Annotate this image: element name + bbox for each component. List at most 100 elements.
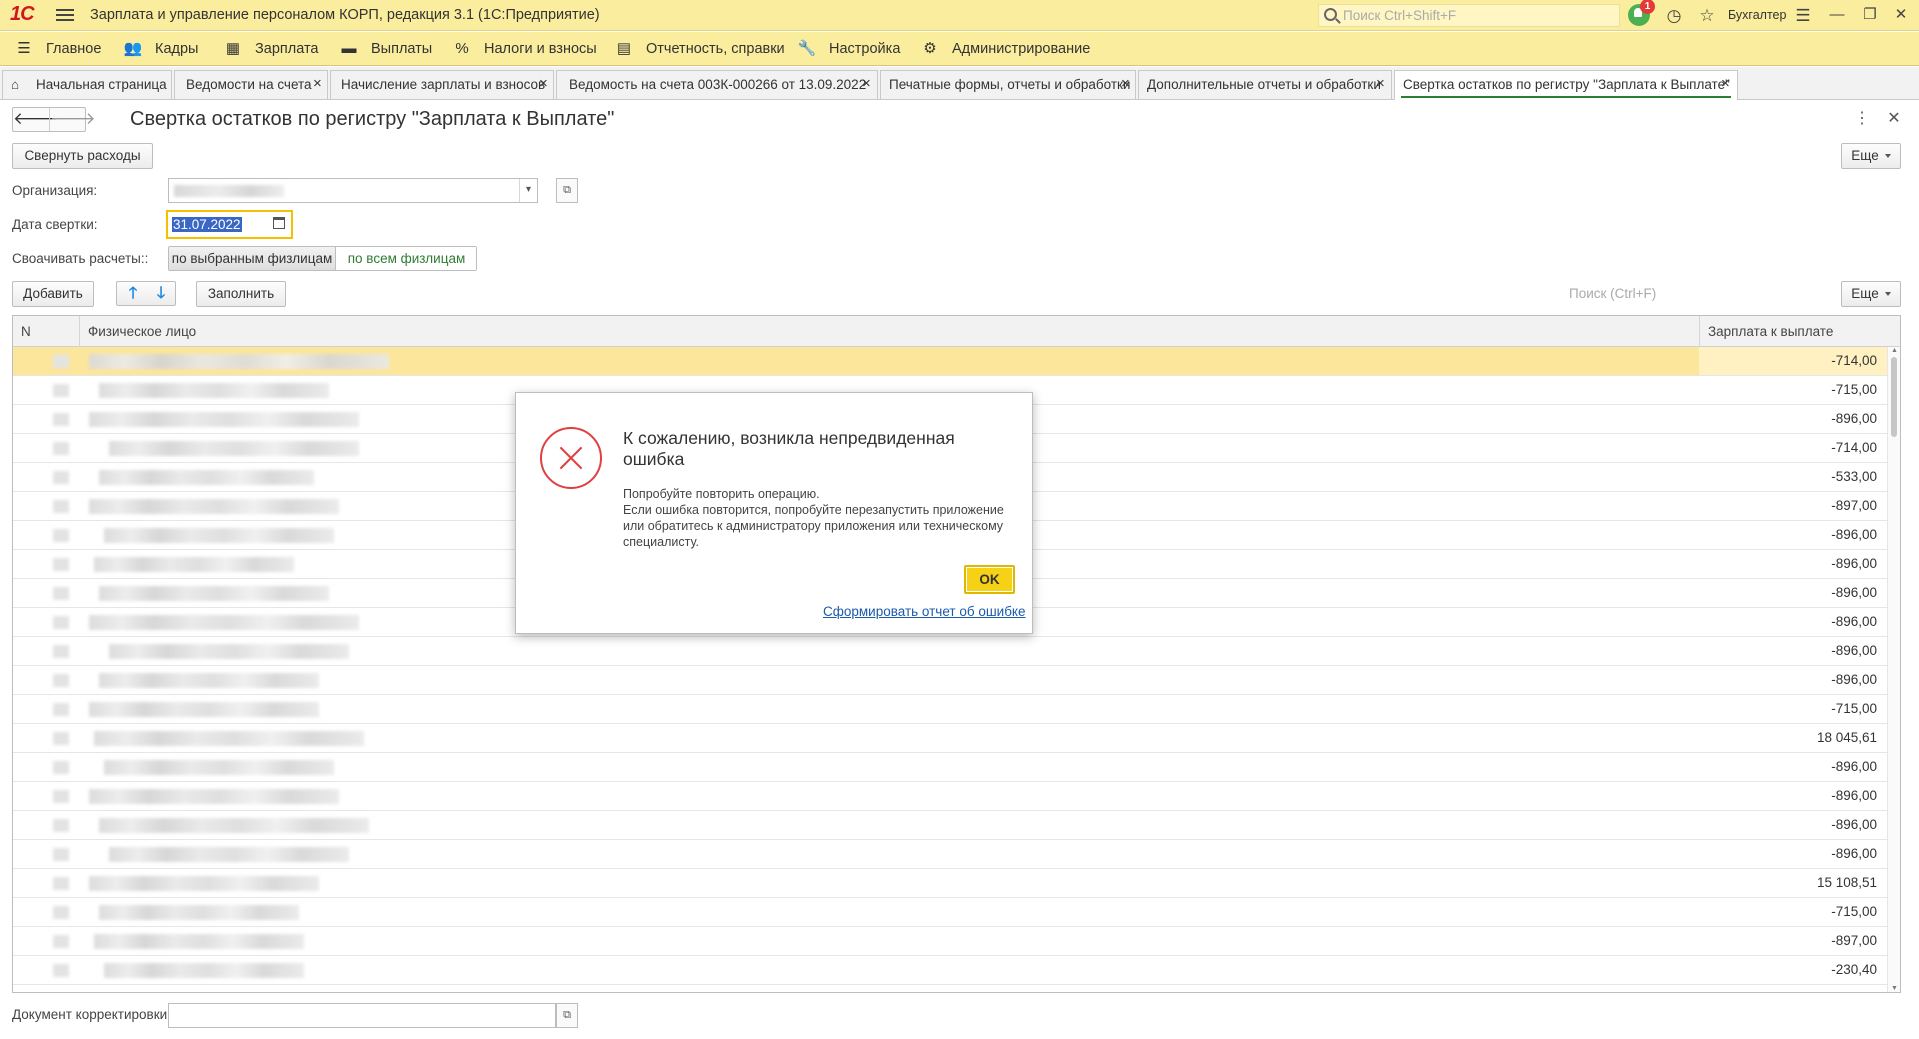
restore-button[interactable]: ❐ — [1859, 5, 1881, 25]
menu-item-payments[interactable]: ▬ Выплаты — [339, 32, 439, 66]
close-tab-icon[interactable]: × — [862, 75, 871, 92]
person-name-redacted — [89, 499, 339, 514]
menu-item-salary[interactable]: ▦ Зарплата — [223, 32, 323, 66]
table-row[interactable]: -714,00 — [13, 347, 1889, 376]
scroll-up-icon[interactable]: ▲ — [1890, 347, 1899, 354]
salary-amount-cell: -897,00 — [1831, 933, 1877, 948]
table-row[interactable]: -896,00 — [13, 840, 1889, 869]
open-document-icon[interactable]: ⧉ — [556, 1003, 578, 1028]
add-button[interactable]: Добавить — [12, 281, 94, 307]
person-name-redacted — [99, 673, 319, 688]
person-name-cell — [79, 840, 1711, 868]
main-menu-icon[interactable] — [56, 6, 74, 24]
menu-item-hr[interactable]: 👥 Кадры — [123, 32, 203, 66]
salary-amount-cell: -897,00 — [1831, 498, 1877, 513]
fill-button[interactable]: Заполнить — [196, 281, 286, 307]
home-icon: ⌂ — [11, 77, 20, 92]
menu-item-taxes[interactable]: % Налоги и взносы — [452, 32, 602, 66]
column-header-person[interactable]: Физическое лицо — [79, 316, 1699, 347]
error-report-link[interactable]: Сформировать отчет об ошибке — [823, 604, 1026, 619]
menu-item-reports[interactable]: ▤ Отчетность, справки — [614, 32, 785, 66]
table-more-button[interactable]: Еще — [1841, 281, 1901, 307]
rollup-date-value: 31.07.2022 — [172, 217, 242, 232]
salary-amount-cell: -896,00 — [1831, 846, 1877, 861]
current-user-name[interactable]: Бухгалтер — [1728, 8, 1786, 22]
settle-all-persons-option[interactable]: по всем физлицам — [337, 247, 476, 270]
table-row[interactable]: -896,00 — [13, 666, 1889, 695]
organization-label: Организация: — [12, 183, 98, 198]
notifications-count-badge: 1 — [1640, 0, 1655, 14]
table-row[interactable]: 15 108,51 — [13, 869, 1889, 898]
person-name-cell — [79, 637, 1711, 665]
table-row[interactable]: -896,00 — [13, 811, 1889, 840]
row-number-cell — [13, 492, 79, 520]
row-number-redacted — [53, 587, 69, 600]
close-form-icon[interactable]: ✕ — [1885, 110, 1903, 128]
close-tab-icon[interactable]: × — [1121, 75, 1130, 92]
more-button[interactable]: Еще — [1841, 143, 1901, 169]
salary-amount-cell: -714,00 — [1699, 347, 1889, 375]
close-tab-icon[interactable]: × — [1376, 75, 1385, 92]
table-row[interactable]: -896,00 — [13, 782, 1889, 811]
tab-print-forms[interactable]: Печатные формы, отчеты и обработки × — [880, 70, 1136, 99]
close-tab-icon[interactable]: × — [1721, 75, 1730, 92]
table-scrollbar[interactable]: ▲ ▼ — [1887, 347, 1900, 992]
person-name-redacted — [94, 557, 294, 572]
scrollbar-thumb[interactable] — [1891, 357, 1897, 437]
column-header-number[interactable]: N — [21, 316, 31, 347]
table-row[interactable]: -896,00 — [13, 637, 1889, 666]
history-icon[interactable]: ◷ — [1664, 6, 1684, 26]
table-row[interactable]: -715,00 — [13, 695, 1889, 724]
more-actions-icon[interactable]: ⋮ — [1853, 110, 1871, 128]
table-row[interactable]: 18 045,61 — [13, 724, 1889, 753]
favorites-star-icon[interactable]: ☆ — [1697, 6, 1717, 26]
global-search-input[interactable]: Поиск Ctrl+Shift+F — [1318, 4, 1620, 27]
back-arrow-icon[interactable]: 🡐 — [13, 108, 59, 131]
row-number-cell — [13, 521, 79, 549]
tab-statement-document[interactable]: Ведомость на счета 003К-000266 от 13.09.… — [556, 70, 878, 99]
salary-amount-cell: -896,00 — [1831, 411, 1877, 426]
tab-register-rollup[interactable]: Свертка остатков по регистру "Зарплата к… — [1394, 70, 1738, 100]
chevron-down-icon[interactable]: ▾ — [519, 179, 537, 202]
close-tab-icon[interactable]: × — [313, 75, 322, 92]
row-number-redacted — [53, 877, 69, 890]
table-row[interactable]: -897,00 — [13, 927, 1889, 956]
close-tab-icon[interactable]: × — [539, 75, 548, 92]
move-down-arrow-icon[interactable]: 🡓 — [147, 284, 175, 304]
collapse-expenses-button[interactable]: Свернуть расходы — [12, 143, 153, 169]
settings-menu-icon[interactable]: ☰ — [1793, 6, 1813, 26]
rollup-date-input[interactable]: 31.07.2022 — [166, 210, 293, 239]
table-row[interactable]: -896,00 — [13, 753, 1889, 782]
menu-item-settings[interactable]: 🔧 Настройка — [797, 32, 907, 66]
table-row[interactable]: -230,40 — [13, 956, 1889, 985]
open-organization-icon[interactable]: ⧉ — [556, 178, 578, 203]
settle-selected-persons-option[interactable]: по выбранным физлицам — [169, 247, 336, 270]
tab-statements[interactable]: Ведомости на счета × — [174, 70, 328, 99]
people-icon: 👥 — [123, 40, 143, 57]
forward-arrow-icon[interactable]: 🡒 — [49, 108, 96, 131]
close-window-button[interactable]: ✕ — [1890, 5, 1912, 25]
table-row[interactable]: -715,00 — [13, 898, 1889, 927]
error-cross-icon — [540, 427, 602, 489]
scroll-down-icon[interactable]: ▼ — [1890, 985, 1899, 992]
calendar-icon[interactable] — [273, 217, 285, 229]
ok-button[interactable]: OK — [964, 565, 1015, 594]
row-number-redacted — [53, 848, 69, 861]
salary-amount-cell: -896,00 — [1831, 614, 1877, 629]
menu-item-main[interactable]: ☰ Главное — [14, 32, 104, 66]
menu-item-admin[interactable]: ⚙ Администрирование — [920, 32, 1100, 66]
table-search-input[interactable]: Поиск (Ctrl+F) — [1569, 281, 1833, 306]
tab-additional-reports[interactable]: Дополнительные отчеты и обработки × — [1138, 70, 1392, 99]
move-up-arrow-icon[interactable]: 🡑 — [119, 284, 147, 304]
correction-document-field[interactable] — [168, 1003, 556, 1028]
tab-home[interactable]: ⌂ Начальная страница — [2, 70, 172, 99]
row-number-cell — [13, 550, 79, 578]
tab-payroll[interactable]: Начисление зарплаты и взносов × — [330, 70, 554, 99]
row-number-redacted — [53, 964, 69, 977]
row-number-cell — [13, 927, 79, 955]
column-header-salary[interactable]: Зарплата к выплате — [1699, 316, 1889, 347]
organization-field[interactable]: ▾ — [168, 178, 538, 203]
person-name-redacted — [89, 702, 319, 717]
minimize-button[interactable]: — — [1826, 5, 1848, 25]
row-number-cell — [13, 956, 79, 984]
